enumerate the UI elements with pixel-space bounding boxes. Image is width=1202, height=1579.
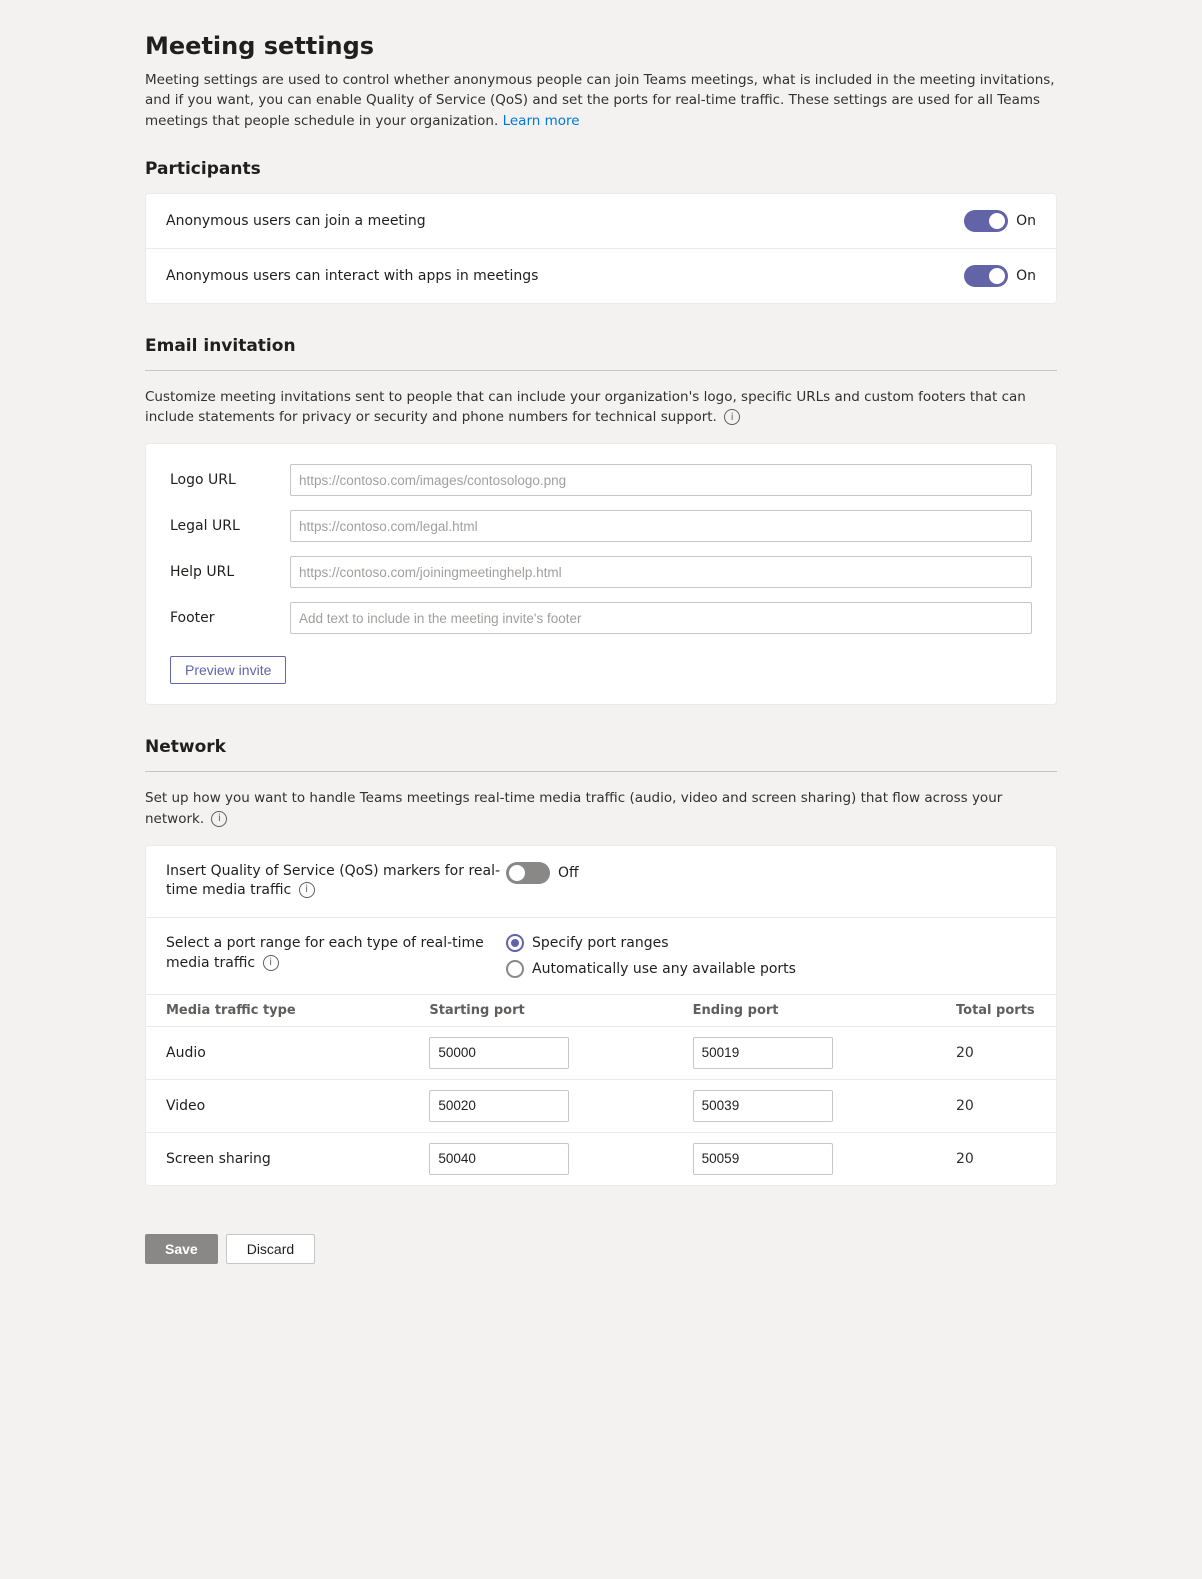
- qos-info-icon[interactable]: i: [299, 882, 315, 898]
- help-url-input[interactable]: [290, 556, 1032, 588]
- page-description: Meeting settings are used to control whe…: [145, 70, 1057, 131]
- screen-sharing-starting-port-input[interactable]: [429, 1143, 569, 1175]
- email-invitation-title: Email invitation: [145, 336, 1057, 356]
- network-section: Network Set up how you want to handle Te…: [145, 737, 1057, 1186]
- audio-ending-port-cell: [693, 1037, 956, 1069]
- preview-button-container: Preview invite: [170, 648, 1032, 684]
- qos-row: Insert Quality of Service (QoS) markers …: [146, 846, 1056, 918]
- col-starting-port: Starting port: [429, 1003, 692, 1018]
- anonymous-join-row: Anonymous users can join a meeting On: [146, 194, 1056, 249]
- video-port-row: Video 20: [146, 1080, 1056, 1133]
- specify-port-ranges-label: Specify port ranges: [532, 935, 669, 951]
- specify-port-ranges-radio: [506, 934, 524, 952]
- anonymous-join-control: On: [964, 210, 1036, 232]
- qos-track: [506, 862, 550, 884]
- anonymous-join-toggle[interactable]: [964, 210, 1008, 232]
- screen-sharing-total-ports: 20: [956, 1151, 1036, 1167]
- email-invitation-section: Email invitation Customize meeting invit…: [145, 336, 1057, 706]
- anonymous-join-label: Anonymous users can join a meeting: [166, 213, 964, 229]
- col-ending-port: Ending port: [693, 1003, 956, 1018]
- help-url-label: Help URL: [170, 564, 290, 580]
- email-invitation-description: Customize meeting invitations sent to pe…: [145, 387, 1057, 428]
- screen-sharing-ending-port-cell: [693, 1143, 956, 1175]
- participants-title: Participants: [145, 159, 1057, 179]
- footer-label: Footer: [170, 610, 290, 626]
- col-total-ports: Total ports: [956, 1003, 1036, 1018]
- video-total-ports: 20: [956, 1098, 1036, 1114]
- anonymous-join-track: [964, 210, 1008, 232]
- legal-url-label: Legal URL: [170, 518, 290, 534]
- anonymous-interact-toggle[interactable]: [964, 265, 1008, 287]
- page-title: Meeting settings: [145, 32, 1057, 60]
- qos-control: Off: [506, 862, 1036, 884]
- qos-thumb: [509, 865, 525, 881]
- legal-url-row: Legal URL: [170, 510, 1032, 542]
- network-description: Set up how you want to handle Teams meet…: [145, 788, 1057, 829]
- port-range-control: Specify port ranges Automatically use an…: [506, 934, 1036, 978]
- participants-section: Participants Anonymous users can join a …: [145, 159, 1057, 304]
- footer-row: Footer: [170, 602, 1032, 634]
- logo-url-label: Logo URL: [170, 472, 290, 488]
- footer-actions: Save Discard: [145, 1218, 1057, 1264]
- help-url-row: Help URL: [170, 556, 1032, 588]
- specify-port-ranges-option[interactable]: Specify port ranges: [506, 934, 1036, 952]
- audio-port-row: Audio 20: [146, 1027, 1056, 1080]
- network-divider: [145, 771, 1057, 772]
- audio-total-ports: 20: [956, 1045, 1036, 1061]
- save-button[interactable]: Save: [145, 1234, 218, 1264]
- port-range-row: Select a port range for each type of rea…: [146, 918, 1056, 995]
- email-divider: [145, 370, 1057, 371]
- email-info-icon[interactable]: i: [724, 409, 740, 425]
- anonymous-interact-track: [964, 265, 1008, 287]
- auto-port-label: Automatically use any available ports: [532, 961, 796, 977]
- anonymous-interact-control: On: [964, 265, 1036, 287]
- video-type-label: Video: [166, 1098, 429, 1114]
- audio-starting-port-cell: [429, 1037, 692, 1069]
- port-range-label: Select a port range for each type of rea…: [166, 934, 506, 973]
- anonymous-join-toggle-label: On: [1016, 213, 1036, 229]
- preview-invite-button[interactable]: Preview invite: [170, 656, 286, 684]
- port-range-info-icon[interactable]: i: [263, 955, 279, 971]
- discard-button[interactable]: Discard: [226, 1234, 315, 1264]
- audio-starting-port-input[interactable]: [429, 1037, 569, 1069]
- network-title: Network: [145, 737, 1057, 757]
- port-table-header: Media traffic type Starting port Ending …: [146, 995, 1056, 1027]
- anonymous-interact-thumb: [989, 268, 1005, 284]
- network-info-icon[interactable]: i: [211, 811, 227, 827]
- learn-more-link[interactable]: Learn more: [503, 113, 580, 129]
- video-ending-port-cell: [693, 1090, 956, 1122]
- auto-port-option[interactable]: Automatically use any available ports: [506, 960, 1036, 978]
- screen-sharing-type-label: Screen sharing: [166, 1151, 429, 1167]
- qos-label: Insert Quality of Service (QoS) markers …: [166, 862, 506, 901]
- video-starting-port-input[interactable]: [429, 1090, 569, 1122]
- logo-url-input[interactable]: [290, 464, 1032, 496]
- auto-port-radio: [506, 960, 524, 978]
- col-traffic-type: Media traffic type: [166, 1003, 429, 1018]
- screen-sharing-port-row: Screen sharing 20: [146, 1133, 1056, 1185]
- logo-url-row: Logo URL: [170, 464, 1032, 496]
- qos-toggle[interactable]: [506, 862, 550, 884]
- network-card: Insert Quality of Service (QoS) markers …: [145, 845, 1057, 1186]
- anonymous-interact-label: Anonymous users can interact with apps i…: [166, 268, 964, 284]
- legal-url-input[interactable]: [290, 510, 1032, 542]
- qos-toggle-label: Off: [558, 865, 579, 881]
- port-range-radio-group: Specify port ranges Automatically use an…: [506, 934, 1036, 978]
- participants-card: Anonymous users can join a meeting On An…: [145, 193, 1057, 304]
- anonymous-interact-toggle-label: On: [1016, 268, 1036, 284]
- video-ending-port-input[interactable]: [693, 1090, 833, 1122]
- anonymous-join-thumb: [989, 213, 1005, 229]
- audio-type-label: Audio: [166, 1045, 429, 1061]
- screen-sharing-starting-port-cell: [429, 1143, 692, 1175]
- footer-input[interactable]: [290, 602, 1032, 634]
- screen-sharing-ending-port-input[interactable]: [693, 1143, 833, 1175]
- video-starting-port-cell: [429, 1090, 692, 1122]
- audio-ending-port-input[interactable]: [693, 1037, 833, 1069]
- anonymous-interact-row: Anonymous users can interact with apps i…: [146, 249, 1056, 303]
- email-invitation-card: Logo URL Legal URL Help URL Footer Previ…: [145, 443, 1057, 705]
